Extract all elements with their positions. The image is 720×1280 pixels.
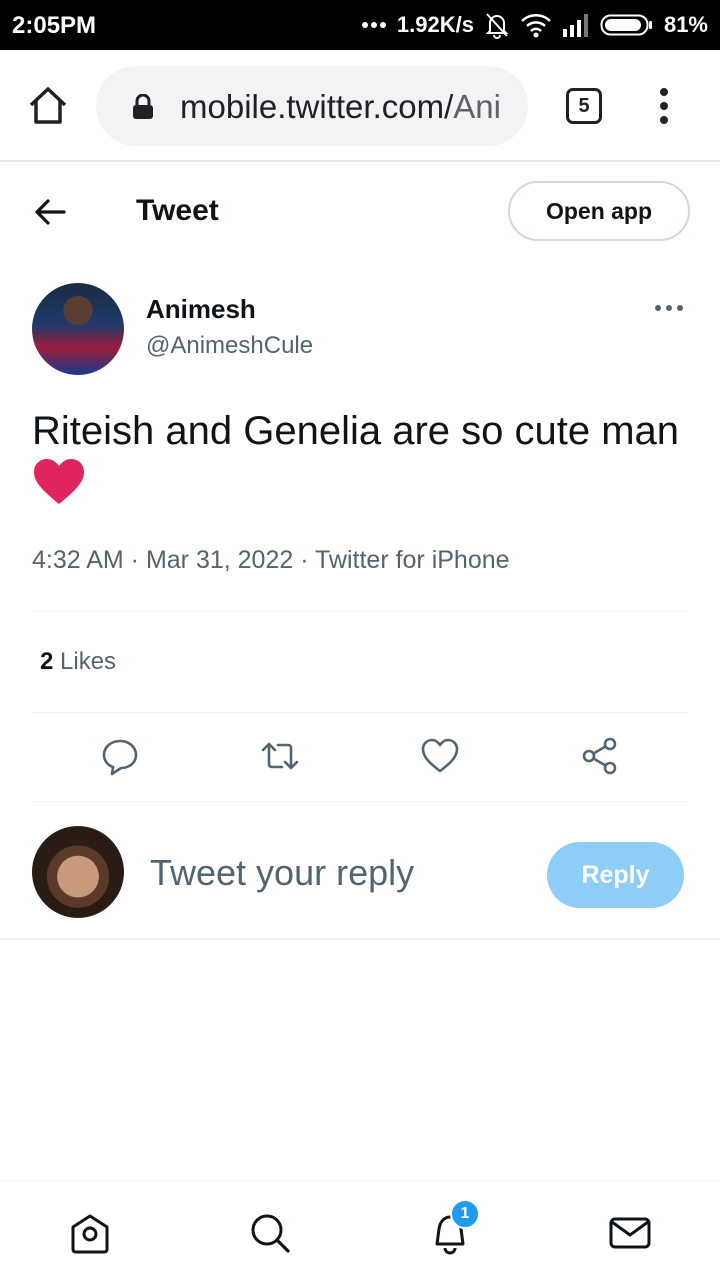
battery-level: 81% xyxy=(663,12,708,37)
tweet-header: Tweet Open app xyxy=(0,164,720,260)
home-icon[interactable] xyxy=(68,1211,112,1255)
network-speed: 1.92K/s xyxy=(396,12,474,37)
notification-badge: 1 xyxy=(450,1199,480,1229)
browser-menu-icon[interactable] xyxy=(650,84,678,128)
url-path: Ani xyxy=(453,88,501,125)
tweet-text: Riteish and Genelia are so cute man xyxy=(32,409,680,453)
dots-icon xyxy=(361,22,386,28)
user-avatar[interactable] xyxy=(32,826,124,918)
likes-count[interactable]: 2 Likes xyxy=(40,648,116,676)
wifi-icon xyxy=(521,14,551,38)
divider xyxy=(32,611,688,612)
share-icon[interactable] xyxy=(580,736,620,776)
bell-off-icon xyxy=(485,13,509,39)
browser-home-icon[interactable] xyxy=(26,84,70,128)
url-text: mobile.twitter.com/Ani xyxy=(180,88,510,126)
tweet-text-container: Riteish and Genelia are so cute man xyxy=(32,404,692,512)
tab-switcher-button[interactable]: 5 xyxy=(566,88,602,124)
reply-icon[interactable] xyxy=(100,736,140,776)
open-app-button[interactable]: Open app xyxy=(508,181,690,241)
tweet-timestamp[interactable]: 4:32 AM · Mar 31, 2022 · Twitter for iPh… xyxy=(32,546,510,575)
red-heart-emoji-icon xyxy=(34,459,84,504)
lock-icon xyxy=(133,94,153,119)
status-bar: 2:05PM 1.92K/s 81% xyxy=(0,0,720,50)
divider xyxy=(32,801,688,802)
messages-icon[interactable] xyxy=(608,1211,652,1255)
page-title: Tweet xyxy=(136,194,219,227)
url-host: mobile.twitter.com/ xyxy=(180,88,454,125)
reply-button[interactable]: Reply xyxy=(547,842,684,908)
author-avatar[interactable] xyxy=(32,283,124,375)
search-icon[interactable] xyxy=(248,1211,292,1255)
battery-icon xyxy=(600,14,652,36)
browser-toolbar: mobile.twitter.com/Ani 5 xyxy=(0,50,720,162)
retweet-icon[interactable] xyxy=(260,736,300,776)
divider xyxy=(32,712,688,713)
status-icons: 1.92K/s 81% xyxy=(361,10,708,40)
author-handle[interactable]: @AnimeshCule xyxy=(146,332,313,360)
more-options-icon[interactable] xyxy=(652,296,686,320)
author-name[interactable]: Animesh xyxy=(146,294,256,325)
reply-input[interactable]: Tweet your reply xyxy=(150,852,414,894)
tweet-actions xyxy=(32,730,688,786)
back-arrow-icon[interactable] xyxy=(30,192,70,232)
likes-label: Likes xyxy=(60,648,117,675)
status-time: 2:05PM xyxy=(12,12,97,39)
bottom-navigation: 1 xyxy=(0,1180,720,1280)
likes-number: 2 xyxy=(40,648,54,675)
divider xyxy=(0,938,720,940)
address-bar[interactable]: mobile.twitter.com/Ani xyxy=(96,66,528,146)
like-icon[interactable] xyxy=(420,736,460,776)
signal-icon xyxy=(562,14,588,37)
